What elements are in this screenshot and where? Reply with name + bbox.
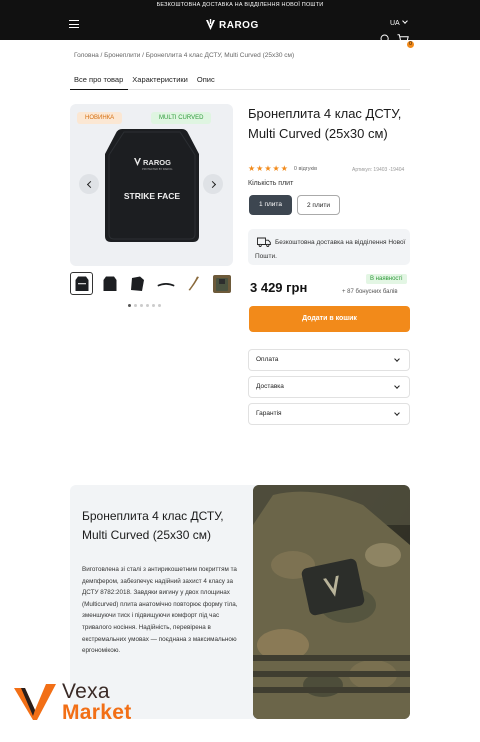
vexa-market-watermark: Vexa Market (13, 680, 163, 726)
quantity-option-1[interactable]: 1 плита (249, 195, 292, 215)
thumbnail-back[interactable] (98, 272, 121, 295)
language-label: UA (390, 20, 400, 27)
menu-icon[interactable] (69, 20, 79, 28)
plate-brand-text: RAROG (143, 158, 171, 167)
thumbnail-angle[interactable] (126, 272, 149, 295)
cart-count-badge: 0 (407, 41, 414, 48)
chevron-down-icon (394, 383, 400, 389)
stock-badge: В наявності (366, 274, 407, 284)
gallery-prev-button[interactable] (79, 174, 99, 194)
bonus-points: + 87 бонусних балів (342, 289, 398, 295)
star-icon: ★ (280, 164, 288, 173)
product-tabs: Все про товар Характеристики Опис (70, 70, 410, 90)
product-rating[interactable]: ★ ★ ★ ★ ★ 0 відгуків (248, 165, 317, 173)
pagination-dot[interactable] (128, 304, 131, 307)
pagination-dot[interactable] (146, 304, 149, 307)
product-title: Бронеплита 4 клас ДСТУ, Multi Curved (25… (248, 106, 402, 141)
new-badge: НОВИНКА (77, 112, 123, 124)
language-selector[interactable]: UA (390, 18, 408, 27)
pagination-dot[interactable] (152, 304, 155, 307)
reviews-count[interactable]: 0 відгуків (294, 166, 317, 172)
announcement-bar: БЕЗКОШТОВНА ДОСТАВКА НА ВІДДІЛЕННЯ НОВОЇ… (0, 0, 480, 10)
accordion-label: Оплата (256, 356, 279, 363)
logo-text: RAROG (219, 19, 259, 31)
site-logo[interactable]: RAROG (205, 17, 259, 33)
star-icon: ★ (256, 164, 264, 173)
pagination-dot[interactable] (134, 304, 137, 307)
pagination-dot[interactable] (140, 304, 143, 307)
promo-soldier-image (253, 485, 410, 719)
plate-motto-text: PROTECTED BY RAROG (142, 167, 172, 171)
vexa-logo-icon (14, 684, 56, 720)
breadcrumb[interactable]: Головна / Бронеплити / Бронеплита 4 клас… (74, 52, 294, 59)
site-header: RAROG UA 0 (0, 10, 480, 48)
add-to-cart-button[interactable]: Додати в кошик (249, 306, 410, 332)
promo-title: Бронеплита 4 клас ДСТУ, Multi Curved (25… (82, 509, 224, 542)
product-price: 3 429 грн (250, 280, 308, 295)
tab-all-about[interactable]: Все про товар (70, 70, 129, 90)
accordion-delivery[interactable]: Доставка (248, 376, 410, 398)
star-icon: ★ (264, 164, 272, 173)
chevron-right-icon (208, 180, 216, 188)
gallery-next-button[interactable] (203, 174, 223, 194)
accordion-label: Доставка (256, 383, 284, 390)
quantity-label: Кількість плит (248, 180, 294, 187)
rarog-logo-icon (206, 19, 215, 30)
announcement-text: БЕЗКОШТОВНА ДОСТАВКА НА ВІДДІЛЕННЯ НОВОЇ… (156, 2, 324, 8)
gallery-pagination (128, 304, 161, 307)
promo-description: Виготовлена зі сталі з антирикошетним по… (82, 566, 238, 655)
gallery-thumbnails (70, 272, 233, 296)
search-icon[interactable] (380, 34, 391, 45)
multi-curved-badge: MULTI CURVED (151, 112, 212, 124)
chevron-down-icon (401, 18, 408, 24)
thumbnail-front[interactable] (70, 272, 93, 295)
plate-label-text: STRIKE FACE (124, 191, 181, 201)
tab-characteristics[interactable]: Характеристики (128, 70, 193, 90)
armor-plate-image: RAROG PROTECTED BY RAROG STRIKE FACE (105, 129, 199, 242)
accordion-label: Гарантія (256, 410, 282, 417)
accordion-payment[interactable]: Оплата (248, 349, 410, 371)
accordion-warranty[interactable]: Гарантія (248, 403, 410, 425)
delivery-text: Безкоштовна доставка на відділення Нової… (255, 239, 406, 260)
product-sku: Артикул: 19403 -19404 (352, 167, 405, 173)
thumbnail-in-use[interactable] (210, 272, 233, 295)
tab-description[interactable]: Опис (193, 70, 220, 90)
pagination-dot[interactable] (158, 304, 161, 307)
quantity-option-2[interactable]: 2 плити (297, 195, 340, 215)
chevron-down-icon (394, 410, 400, 416)
star-icon: ★ (248, 164, 256, 173)
chevron-left-icon (86, 180, 94, 188)
delivery-info: Безкоштовна доставка на відділення Нової… (248, 229, 410, 265)
watermark-line-2: Market (62, 701, 132, 724)
chevron-down-icon (394, 356, 400, 362)
thumbnail-profile[interactable] (154, 272, 177, 295)
star-icon: ★ (272, 164, 280, 173)
thumbnail-side[interactable] (182, 272, 205, 295)
product-gallery: НОВИНКА MULTI CURVED RAROG PROTECTED BY … (70, 104, 233, 266)
